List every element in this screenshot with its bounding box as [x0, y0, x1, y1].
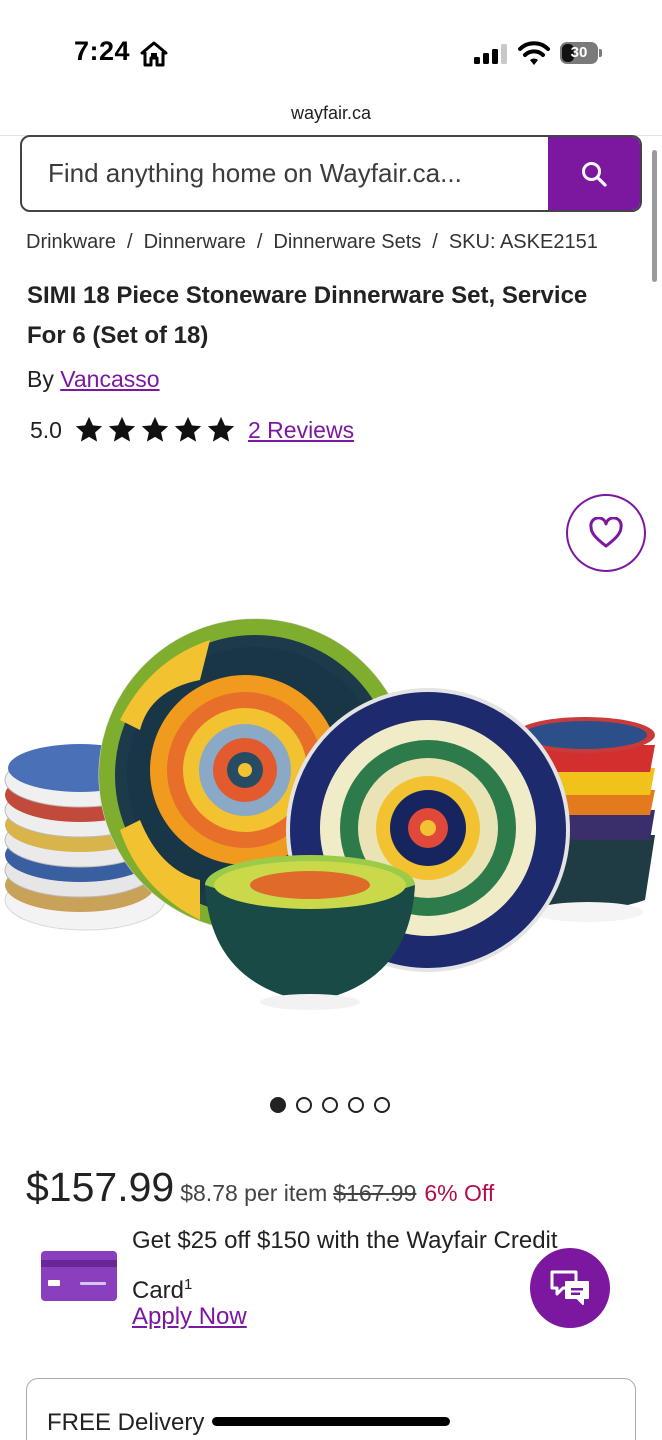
credit-card-icon [41, 1251, 117, 1301]
star-icon [108, 416, 136, 442]
carousel-dot[interactable] [374, 1097, 390, 1113]
product-title: SIMI 18 Piece Stoneware Dinnerware Set, … [27, 282, 588, 349]
breadcrumb-item-dinnerware-sets[interactable]: Dinnerware Sets [273, 231, 421, 253]
front-bowl [205, 855, 415, 1010]
star-icon [207, 416, 235, 442]
rating-row: 5.0 2 Reviews [30, 413, 354, 447]
sku-label: SKU: ASKE2151 [448, 231, 598, 253]
battery-level: 30 [570, 44, 588, 61]
breadcrumb-item-dinnerware[interactable]: Dinnerware [144, 231, 246, 253]
rating-stars [74, 415, 236, 445]
promo-text: Get $25 off $150 with the Wayfair Credit… [132, 1227, 558, 1304]
reviews-link[interactable]: 2 Reviews [248, 417, 354, 444]
status-bar: 7:24 30 [0, 0, 662, 96]
product-image[interactable] [0, 600, 662, 1040]
breadcrumb-separator: / [432, 231, 438, 253]
price-row: $157.99 $8.78 per item $167.99 6% Off [26, 1164, 494, 1211]
search-bar [20, 135, 642, 212]
browser-url[interactable]: wayfair.ca [0, 96, 662, 136]
discount-badge: 6% Off [424, 1180, 495, 1206]
breadcrumb-item-drinkware[interactable]: Drinkware [26, 231, 116, 253]
by-label: By [27, 366, 54, 392]
star-icon [75, 416, 103, 442]
promo-footnote: 1 [184, 1276, 193, 1293]
favorite-button[interactable] [566, 494, 646, 572]
carousel-dot[interactable] [322, 1097, 338, 1113]
chat-button[interactable] [530, 1248, 610, 1328]
delivery-card[interactable]: FREE Delivery [26, 1378, 636, 1440]
breadcrumb-separator: / [256, 231, 263, 253]
heart-icon [589, 517, 623, 548]
rating-value: 5.0 [30, 416, 62, 443]
home-indicator[interactable] [212, 1417, 450, 1426]
wifi-icon [518, 41, 550, 65]
current-price: $157.99 [26, 1164, 175, 1210]
star-icon [141, 416, 169, 442]
page-scrollbar[interactable] [652, 150, 657, 282]
per-item-price: $8.78 per item [180, 1180, 328, 1206]
delivery-label: FREE Delivery [47, 1409, 205, 1436]
signal-icon [474, 44, 507, 64]
home-icon [140, 41, 168, 67]
brand-line: By Vancasso [27, 366, 160, 393]
breadcrumb: Drinkware / Dinnerware / Dinnerware Sets / SKU… [26, 231, 598, 254]
original-price: $167.99 [333, 1180, 417, 1206]
search-icon [582, 161, 607, 187]
image-carousel-dots [270, 1097, 390, 1113]
carousel-dot[interactable] [296, 1097, 312, 1113]
search-button[interactable] [548, 137, 640, 210]
carousel-dot[interactable] [270, 1097, 286, 1113]
star-icon [174, 416, 202, 442]
carousel-dot[interactable] [348, 1097, 364, 1113]
status-time: 7:24 [74, 36, 131, 66]
chat-icon [550, 1270, 589, 1305]
breadcrumb-separator: / [127, 231, 133, 253]
brand-link[interactable]: Vancasso [60, 366, 159, 392]
apply-now-link[interactable]: Apply Now [132, 1303, 247, 1331]
battery-icon: 30 [560, 42, 602, 64]
search-input[interactable] [48, 137, 548, 210]
